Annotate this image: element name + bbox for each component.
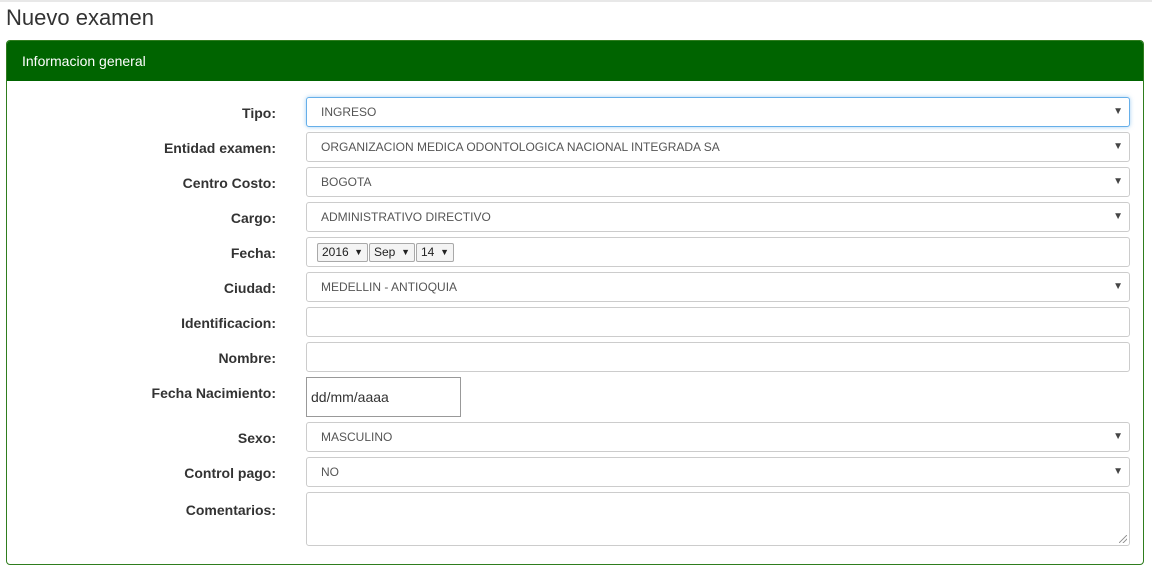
fecha-nacimiento-label: Fecha Nacimiento: xyxy=(151,385,276,401)
top-divider xyxy=(0,0,1152,2)
resize-grip-icon[interactable] xyxy=(1119,535,1127,543)
fecha-month-select[interactable]: Sep ▼ xyxy=(369,243,415,262)
fecha-day-value: 14 xyxy=(421,245,435,259)
chevron-down-icon: ▼ xyxy=(354,247,363,257)
tipo-label: Tipo: xyxy=(242,105,276,121)
panel-heading: Informacion general xyxy=(7,41,1143,81)
general-info-panel: Informacion general Tipo: INGRESO ▼ Enti… xyxy=(6,40,1144,565)
fecha-day-select[interactable]: 14 ▼ xyxy=(416,243,454,262)
identificacion-label: Identificacion: xyxy=(181,315,276,331)
tipo-select[interactable]: INGRESO ▼ xyxy=(306,97,1130,127)
fecha-year-select[interactable]: 2016 ▼ xyxy=(317,243,368,262)
chevron-down-icon: ▼ xyxy=(1113,211,1123,222)
sexo-value: MASCULINO xyxy=(321,430,393,444)
ciudad-value: MEDELLIN - ANTIOQUIA xyxy=(321,280,458,294)
centro-costo-value: BOGOTA xyxy=(321,175,372,189)
entidad-label: Entidad examen: xyxy=(163,140,276,156)
ciudad-label: Ciudad: xyxy=(223,280,276,296)
fecha-month-value: Sep xyxy=(374,245,396,259)
comentarios-textarea[interactable] xyxy=(306,492,1130,546)
chevron-down-icon: ▼ xyxy=(1113,466,1123,477)
fecha-label: Fecha: xyxy=(230,245,276,261)
fecha-year-value: 2016 xyxy=(322,245,349,259)
control-pago-value: NO xyxy=(321,465,339,479)
identificacion-input[interactable] xyxy=(306,307,1130,337)
nombre-input[interactable] xyxy=(306,342,1130,372)
chevron-down-icon: ▼ xyxy=(401,247,410,257)
centro-costo-select[interactable]: BOGOTA ▼ xyxy=(306,167,1130,197)
control-pago-select[interactable]: NO ▼ xyxy=(306,457,1130,487)
fecha-field: 2016 ▼ Sep ▼ 14 ▼ xyxy=(306,237,1130,267)
entidad-value: ORGANIZACION MEDICA ODONTOLOGICA NACIONA… xyxy=(321,140,720,154)
page-title: Nuevo examen xyxy=(6,5,154,30)
centro-costo-label: Centro Costo: xyxy=(182,175,276,191)
comentarios-label: Comentarios: xyxy=(185,502,276,518)
chevron-down-icon: ▼ xyxy=(1113,106,1123,117)
nombre-label: Nombre: xyxy=(218,350,276,366)
control-pago-label: Control pago: xyxy=(184,465,276,481)
cargo-value: ADMINISTRATIVO DIRECTIVO xyxy=(321,210,491,224)
fecha-nacimiento-placeholder: dd/mm/aaaa xyxy=(311,389,389,405)
sexo-select[interactable]: MASCULINO ▼ xyxy=(306,422,1130,452)
cargo-label: Cargo: xyxy=(230,210,276,226)
chevron-down-icon: ▼ xyxy=(1113,141,1123,152)
chevron-down-icon: ▼ xyxy=(1113,431,1123,442)
ciudad-select[interactable]: MEDELLIN - ANTIOQUIA ▼ xyxy=(306,272,1130,302)
chevron-down-icon: ▼ xyxy=(1113,281,1123,292)
cargo-select[interactable]: ADMINISTRATIVO DIRECTIVO ▼ xyxy=(306,202,1130,232)
fecha-nacimiento-input[interactable]: dd/mm/aaaa xyxy=(306,377,461,417)
chevron-down-icon: ▼ xyxy=(440,247,449,257)
chevron-down-icon: ▼ xyxy=(1113,176,1123,187)
entidad-select[interactable]: ORGANIZACION MEDICA ODONTOLOGICA NACIONA… xyxy=(306,132,1130,162)
sexo-label: Sexo: xyxy=(237,430,276,446)
tipo-value: INGRESO xyxy=(321,105,377,119)
